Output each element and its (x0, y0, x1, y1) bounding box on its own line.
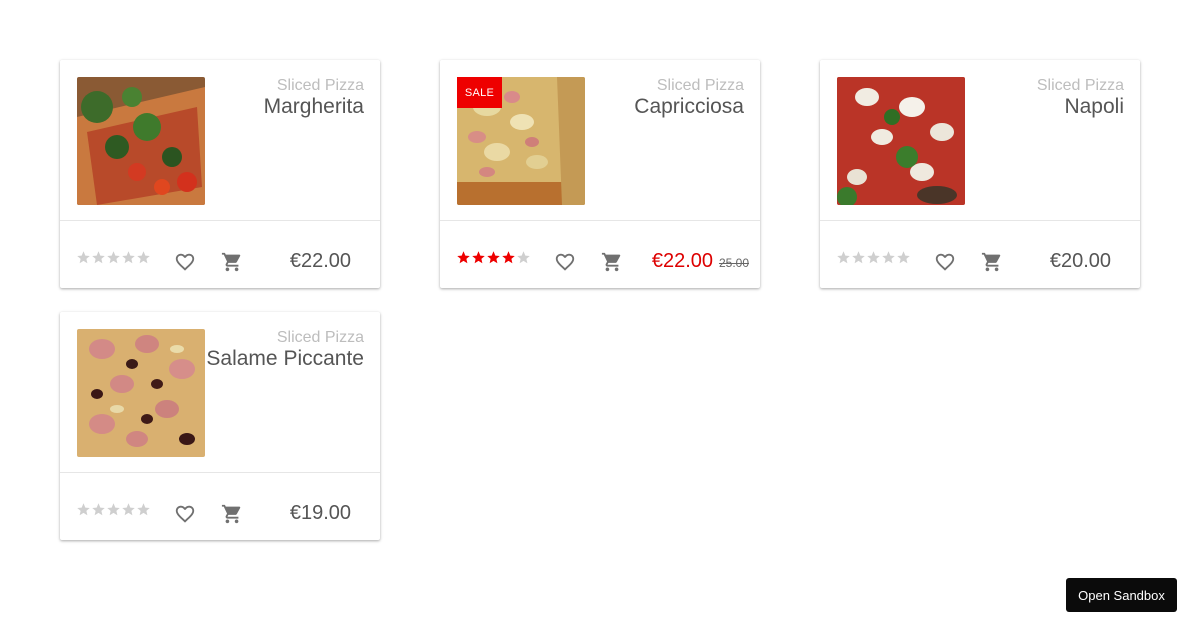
star-icon[interactable] (866, 250, 881, 265)
product-category: Sliced Pizza (276, 329, 364, 346)
star-icon[interactable] (76, 502, 91, 517)
star-icon[interactable] (91, 250, 106, 265)
card-divider (60, 472, 380, 473)
shopping-cart-icon[interactable] (601, 251, 623, 273)
heart-outline-icon[interactable] (934, 251, 956, 273)
star-icon[interactable] (896, 250, 911, 265)
star-icon[interactable] (836, 250, 851, 265)
product-image-margherita[interactable] (77, 77, 205, 205)
star-icon[interactable] (516, 250, 531, 265)
star-icon[interactable] (121, 502, 136, 517)
star-icon[interactable] (106, 250, 121, 265)
product-price: €22.00 (651, 250, 713, 272)
product-image-napoli[interactable] (837, 77, 965, 205)
product-price: €22.00 (289, 250, 351, 272)
open-sandbox-button[interactable]: Open Sandbox (1066, 578, 1177, 612)
shopping-cart-icon[interactable] (221, 503, 243, 525)
star-icon[interactable] (91, 502, 106, 517)
sale-badge: SALE (457, 77, 502, 108)
star-icon[interactable] (456, 250, 471, 265)
original-price: 25.00 (718, 256, 749, 270)
rating-stars[interactable] (76, 502, 151, 517)
rating-stars[interactable] (456, 250, 531, 265)
star-icon[interactable] (121, 250, 136, 265)
star-icon[interactable] (106, 502, 121, 517)
card-divider (60, 220, 380, 221)
product-category: Sliced Pizza (1036, 77, 1124, 94)
product-card-salame-piccante: Sliced Pizza Salame Piccante €19.00 (60, 312, 380, 540)
heart-outline-icon[interactable] (174, 503, 196, 525)
star-icon[interactable] (76, 250, 91, 265)
card-divider (820, 220, 1140, 221)
product-price: €20.00 (1049, 250, 1111, 272)
product-title[interactable]: Margherita (264, 95, 364, 119)
heart-outline-icon[interactable] (174, 251, 196, 273)
star-icon[interactable] (136, 250, 151, 265)
star-icon[interactable] (471, 250, 486, 265)
product-card-margherita: Sliced Pizza Margherita €22.00 (60, 60, 380, 288)
product-title[interactable]: Salame Piccante (206, 347, 364, 371)
product-image-salame-piccante[interactable] (77, 329, 205, 457)
product-category: Sliced Pizza (276, 77, 364, 94)
shopping-cart-icon[interactable] (221, 251, 243, 273)
rating-stars[interactable] (836, 250, 911, 265)
star-icon[interactable] (881, 250, 896, 265)
star-icon[interactable] (136, 502, 151, 517)
rating-stars[interactable] (76, 250, 151, 265)
product-price: €19.00 (289, 502, 351, 524)
star-icon[interactable] (486, 250, 501, 265)
star-icon[interactable] (851, 250, 866, 265)
card-divider (440, 220, 760, 221)
product-card-napoli: Sliced Pizza Napoli €20.00 (820, 60, 1140, 288)
product-card-capricciosa: SALE Sliced Pizza Capricciosa €22.00 25.… (440, 60, 760, 288)
shopping-cart-icon[interactable] (981, 251, 1003, 273)
star-icon[interactable] (501, 250, 516, 265)
heart-outline-icon[interactable] (554, 251, 576, 273)
product-title[interactable]: Capricciosa (634, 95, 744, 119)
product-title[interactable]: Napoli (1064, 95, 1124, 119)
product-category: Sliced Pizza (656, 77, 744, 94)
